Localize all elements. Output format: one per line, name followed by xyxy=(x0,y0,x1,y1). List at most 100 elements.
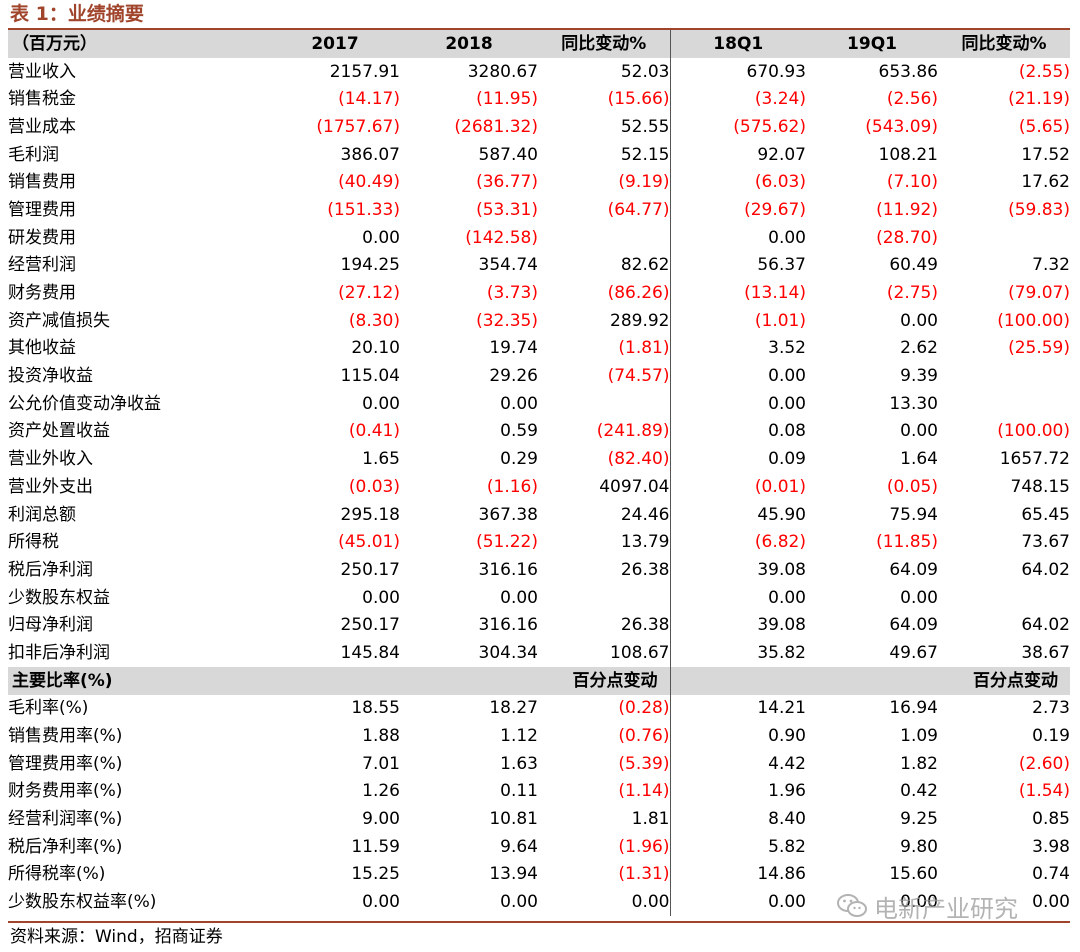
table-cell: (2.60) xyxy=(1018,753,1070,774)
table-cell: 11.59 xyxy=(351,836,400,857)
table-cell: 1.82 xyxy=(900,753,938,774)
table-cell: (2681.32) xyxy=(454,116,538,137)
table-cell: 9.25 xyxy=(900,809,938,830)
table-cell: 2.73 xyxy=(1032,698,1070,719)
table-cell: 0.00 xyxy=(768,366,806,387)
table-row: 毛利率(%) 18.55 18.27 (0.28) 14.21 16.94 2.73 xyxy=(8,694,1070,723)
row-label: 其他收益 xyxy=(8,338,76,359)
table-cell: 0.11 xyxy=(500,781,538,802)
table-cell: (25.59) xyxy=(1008,338,1070,359)
column-header: 19Q1 xyxy=(806,30,938,58)
table-cell: 0.29 xyxy=(500,449,538,470)
table-cell: (15.66) xyxy=(538,85,671,114)
table-cell: 16.94 xyxy=(889,698,938,719)
table-cell: (1.31) xyxy=(538,860,671,889)
table-row: 销售费用率(%) 1.88 1.12 (0.76) 0.90 1.09 0.19 xyxy=(8,722,1070,750)
table-cell: 9.64 xyxy=(500,836,538,857)
table-row: 管理费用 (151.33) (53.31) (64.77) (29.67) (11.92)… xyxy=(8,196,1070,224)
table-cell: 0.00 xyxy=(362,393,400,414)
table-cell: 1.81 xyxy=(538,805,671,833)
row-label: 投资净收益 xyxy=(8,366,93,387)
table-cell: 26.38 xyxy=(538,611,671,640)
row-label: 管理费用率(%) xyxy=(8,753,123,774)
table-cell: (11.92) xyxy=(876,199,938,220)
table-cell xyxy=(538,223,671,252)
table-cell: (3.73) xyxy=(486,283,538,304)
row-label: 利润总额 xyxy=(8,504,76,525)
table-cell xyxy=(938,584,1070,612)
table-cell: (6.03) xyxy=(754,172,806,193)
table-cell: 13.79 xyxy=(538,528,671,557)
table-cell: 0.42 xyxy=(900,781,938,802)
table-cell: 29.26 xyxy=(489,366,538,387)
row-label: 所得税 xyxy=(8,532,59,553)
table-cell: 64.02 xyxy=(1021,615,1070,636)
row-label: 销售税金 xyxy=(8,89,76,110)
table-cell: 145.84 xyxy=(340,642,400,663)
table-cell: 0.00 xyxy=(500,892,538,913)
row-label: 扣非后净利润 xyxy=(8,642,110,663)
table-row: 公允价值变动净收益 0.00 0.00 0.00 13.30 xyxy=(8,389,1070,418)
table-cell: 64.09 xyxy=(889,559,938,580)
table-cell: (14.17) xyxy=(338,89,400,110)
table-cell: 49.67 xyxy=(889,642,938,663)
table-cell: 26.38 xyxy=(538,556,671,584)
table-cell: 1.26 xyxy=(362,781,400,802)
column-header xyxy=(670,666,806,695)
table-cell: (45.01) xyxy=(338,532,400,553)
table-cell: 92.07 xyxy=(757,144,806,165)
table-cell: (11.95) xyxy=(476,89,538,110)
table-cell: 3.52 xyxy=(768,338,806,359)
table-row: 营业成本 (1757.67) (2681.32) 52.55 (575.62) (543.… xyxy=(8,113,1070,141)
table-cell: (64.77) xyxy=(538,196,671,224)
table-cell: 2157.91 xyxy=(329,61,400,82)
table-cell: 14.86 xyxy=(757,864,806,885)
table-cell: 52.15 xyxy=(538,140,671,169)
table-cell: 0.19 xyxy=(1032,726,1070,747)
table-cell: 56.37 xyxy=(757,255,806,276)
row-label: 税后净利润 xyxy=(8,559,93,580)
table-row: 营业外收入 1.65 0.29 (82.40) 0.09 1.64 1657.72 xyxy=(8,445,1070,473)
row-label: 销售费用率(%) xyxy=(8,726,123,747)
table-cell: (27.12) xyxy=(338,283,400,304)
table-cell: 194.25 xyxy=(340,255,400,276)
column-header xyxy=(400,666,538,695)
table-cell: (82.40) xyxy=(538,445,671,473)
table-cell: 64.02 xyxy=(1021,559,1070,580)
table-cell: 9.39 xyxy=(900,366,938,387)
wechat-logo-icon xyxy=(837,894,867,917)
table-cell: (1.16) xyxy=(486,476,538,497)
table-cell: 39.08 xyxy=(757,615,806,636)
table-cell: 45.90 xyxy=(757,504,806,525)
table-cell: 14.21 xyxy=(757,698,806,719)
table-row: 归母净利润 250.17 316.16 26.38 39.08 64.09 64.02 xyxy=(8,611,1070,640)
table-cell: 24.46 xyxy=(538,500,671,529)
table-cell: (0.76) xyxy=(538,722,671,750)
table-cell: (53.31) xyxy=(476,199,538,220)
table-cell: 1.64 xyxy=(900,449,938,470)
table-cell: (11.85) xyxy=(876,532,938,553)
table-row: 财务费用 (27.12) (3.73) (86.26) (13.14) (2.75) (79… xyxy=(8,279,1070,307)
row-label: 少数股东权益 xyxy=(8,587,110,608)
row-label: 营业收入 xyxy=(8,61,76,82)
table-row: 管理费用率(%) 7.01 1.63 (5.39) 4.42 1.82 (2.60) xyxy=(8,749,1070,778)
table-cell: (51.22) xyxy=(476,532,538,553)
table-row: 销售费用 (40.49) (36.77) (9.19) (6.03) (7.10) 17.6… xyxy=(8,168,1070,197)
table-cell: 5.82 xyxy=(768,836,806,857)
table-caption: 表 1：业绩摘要 xyxy=(10,3,144,25)
column-header: 同比变动% xyxy=(538,30,671,58)
table-cell: 15.60 xyxy=(889,864,938,885)
table-cell: (36.77) xyxy=(476,172,538,193)
table-cell: (5.39) xyxy=(538,749,671,778)
table-cell: 367.38 xyxy=(478,504,538,525)
table-row: 所得税率(%) 15.25 13.94 (1.31) 14.86 15.60 0.74 xyxy=(8,860,1070,889)
table-cell: 7.01 xyxy=(362,753,400,774)
table-cell: (3.24) xyxy=(754,89,806,110)
table-cell: (0.05) xyxy=(886,476,938,497)
table-cell: 0.90 xyxy=(768,726,806,747)
table-cell: 15.25 xyxy=(351,864,400,885)
table-cell: (0.03) xyxy=(348,476,400,497)
table-cell: (7.10) xyxy=(886,172,938,193)
table-cell: (21.19) xyxy=(1008,89,1070,110)
table-cell: (0.28) xyxy=(538,694,671,723)
